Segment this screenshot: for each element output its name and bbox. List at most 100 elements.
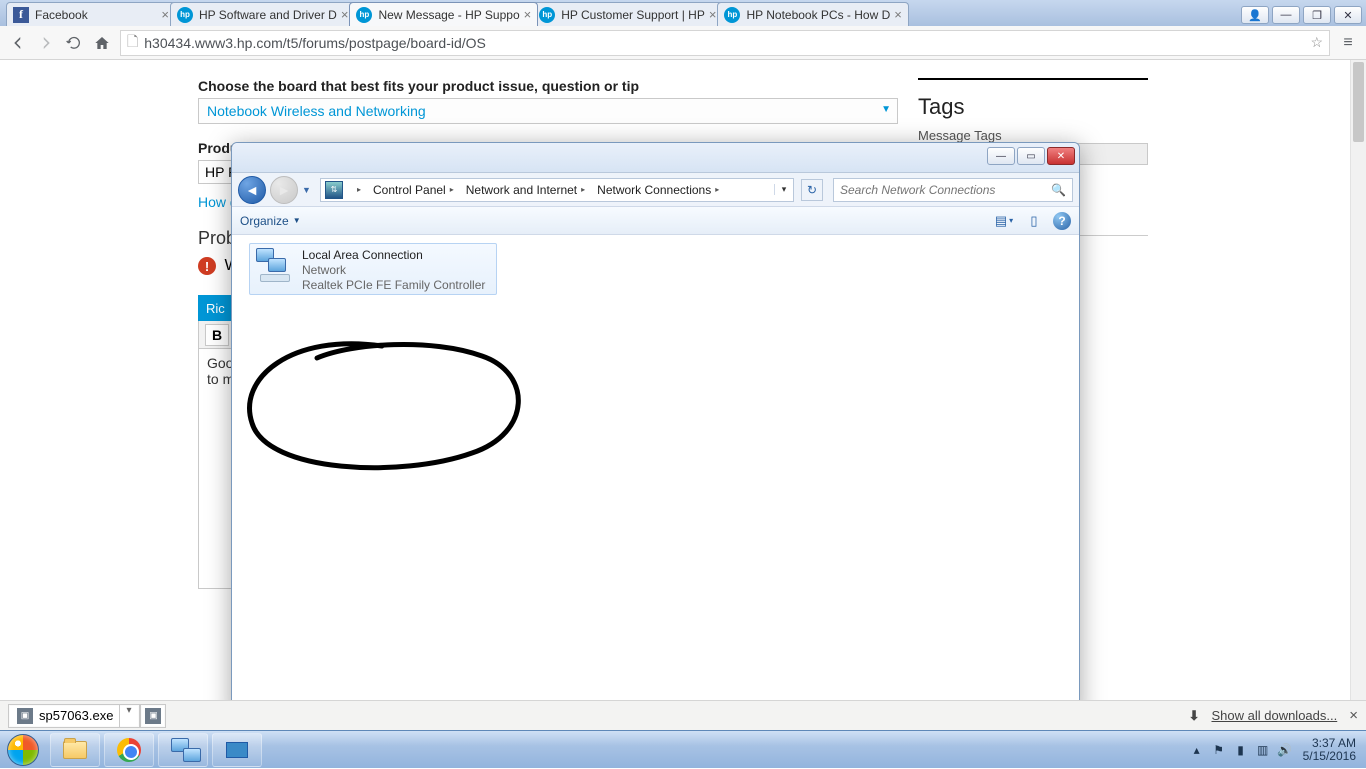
hp-icon: hp: [724, 7, 740, 23]
chrome-toolbar: 🗋 h30434.www3.hp.com/t5/forums/postpage/…: [0, 26, 1366, 60]
taskbar-clock[interactable]: 3:37 AM 5/15/2016: [1303, 737, 1356, 763]
chrome-icon: [117, 738, 141, 762]
bold-button[interactable]: B: [205, 324, 229, 346]
preview-pane-button[interactable]: ▯: [1023, 211, 1045, 231]
breadcrumb-segment[interactable]: Network and Internet▸: [460, 179, 591, 201]
tab-hp-notebook[interactable]: hp HP Notebook PCs - How D ×: [717, 2, 908, 26]
taskbar-app[interactable]: [212, 733, 262, 767]
network-connection-item[interactable]: Local Area Connection Network Realtek PC…: [249, 243, 497, 295]
windows-logo-icon: [7, 734, 39, 766]
clock-date: 5/15/2016: [1303, 750, 1356, 763]
page-icon: 🗋: [127, 31, 138, 55]
scroll-thumb[interactable]: [1353, 62, 1364, 142]
message-tags-label: Message Tags: [918, 128, 1148, 143]
organize-menu[interactable]: Organize ▼: [240, 214, 301, 228]
user-icon[interactable]: 👤: [1241, 6, 1269, 24]
board-select[interactable]: Notebook Wireless and Networking ▼: [198, 98, 898, 124]
explorer-window: — ▭ ✕ ◄ ► ▼ ⇅ ▸ Control Panel▸ Network a…: [231, 142, 1080, 719]
tab-hp-new-message[interactable]: hp New Message - HP Suppo ×: [349, 2, 538, 26]
taskbar-explorer[interactable]: [50, 733, 100, 767]
connection-status: Network: [302, 263, 485, 278]
taskbar-chrome[interactable]: [104, 733, 154, 767]
back-button[interactable]: [8, 33, 28, 53]
taskbar-network-connections[interactable]: [158, 733, 208, 767]
home-button[interactable]: [92, 33, 112, 53]
download-arrow-icon: ⬇: [1189, 708, 1200, 724]
download-chip[interactable]: ▣ sp57063.exe ▾: [8, 704, 140, 728]
exe-file-icon: ▣: [17, 708, 33, 724]
tab-facebook[interactable]: f Facebook ×: [6, 2, 176, 26]
explorer-titlebar[interactable]: — ▭ ✕: [232, 143, 1079, 173]
tab-hp-support[interactable]: hp HP Customer Support | HP ×: [532, 2, 723, 26]
reload-button[interactable]: [64, 33, 84, 53]
tab-hp-drivers[interactable]: hp HP Software and Driver D ×: [170, 2, 355, 26]
breadcrumb[interactable]: ⇅ ▸ Control Panel▸ Network and Internet▸…: [320, 178, 794, 202]
close-icon[interactable]: ×: [709, 7, 717, 22]
explorer-forward-button[interactable]: ►: [270, 176, 298, 204]
breadcrumb-dropdown[interactable]: ▾: [775, 184, 793, 195]
connection-text: Local Area Connection Network Realtek PC…: [302, 248, 485, 290]
close-button[interactable]: ✕: [1334, 6, 1362, 24]
explorer-history-dropdown[interactable]: ▼: [302, 185, 316, 195]
hp-icon: hp: [177, 7, 193, 23]
windows-taskbar: ▴ ⚑ ▮ ▥ 🔊 3:37 AM 5/15/2016: [0, 730, 1366, 768]
chevron-down-icon[interactable]: ▾: [119, 705, 131, 727]
warning-icon: !: [198, 257, 216, 275]
network-connections-icon: ⇅: [325, 181, 343, 199]
network-adapter-icon: [256, 248, 296, 288]
system-tray: ▴ ⚑ ▮ ▥ 🔊 3:37 AM 5/15/2016: [1189, 737, 1360, 763]
explorer-refresh-button[interactable]: ↻: [801, 179, 823, 201]
tab-title: HP Software and Driver D: [199, 8, 337, 22]
minimize-button[interactable]: —: [1272, 6, 1300, 24]
close-icon[interactable]: ×: [894, 7, 902, 22]
show-all-downloads-link[interactable]: Show all downloads...: [1211, 708, 1337, 723]
search-icon: 🔍: [1051, 183, 1066, 197]
hp-icon: hp: [539, 7, 555, 23]
address-bar[interactable]: 🗋 h30434.www3.hp.com/t5/forums/postpage/…: [120, 30, 1330, 56]
volume-icon[interactable]: 🔊: [1277, 742, 1293, 758]
connection-name: Local Area Connection: [302, 248, 485, 263]
network-icon: [171, 738, 195, 762]
maximize-button[interactable]: ❐: [1303, 6, 1331, 24]
explorer-maximize-button[interactable]: ▭: [1017, 147, 1045, 165]
url-text: h30434.www3.hp.com/t5/forums/postpage/bo…: [144, 35, 486, 51]
explorer-body[interactable]: Local Area Connection Network Realtek PC…: [233, 237, 1078, 717]
download-chip-partial[interactable]: ▣: [140, 704, 166, 728]
explorer-back-button[interactable]: ◄: [238, 176, 266, 204]
help-icon[interactable]: ?: [1053, 212, 1071, 230]
hp-icon: hp: [356, 7, 372, 23]
board-label: Choose the board that best fits your pro…: [198, 78, 898, 94]
clock-time: 3:37 AM: [1303, 737, 1356, 750]
explorer-search[interactable]: 🔍: [833, 178, 1073, 202]
network-tray-icon[interactable]: ▥: [1255, 742, 1271, 758]
bookmark-star-icon[interactable]: ☆: [1310, 34, 1323, 51]
close-icon[interactable]: ×: [161, 7, 169, 22]
explorer-command-bar: Organize ▼ ▤▾ ▯ ?: [232, 207, 1079, 235]
downloads-bar: ▣ sp57063.exe ▾ ▣ ⬇ Show all downloads..…: [0, 700, 1366, 730]
start-button[interactable]: [0, 731, 46, 769]
breadcrumb-segment[interactable]: Network Connections▸: [591, 179, 725, 201]
flag-icon[interactable]: ⚑: [1211, 742, 1227, 758]
close-icon[interactable]: ×: [524, 7, 532, 22]
folder-icon: [63, 741, 87, 759]
chrome-menu-button[interactable]: ≡: [1338, 34, 1358, 52]
window-controls: 👤 — ❐ ✕: [1234, 4, 1366, 26]
view-options-button[interactable]: ▤▾: [993, 211, 1015, 231]
close-icon[interactable]: ×: [341, 7, 349, 22]
tags-heading: Tags: [918, 94, 1148, 120]
tab-title: New Message - HP Suppo: [378, 8, 519, 22]
explorer-minimize-button[interactable]: —: [987, 147, 1015, 165]
explorer-search-input[interactable]: [840, 183, 1051, 197]
forward-button[interactable]: [36, 33, 56, 53]
board-value: Notebook Wireless and Networking: [207, 103, 426, 119]
tab-title: HP Customer Support | HP: [561, 8, 705, 22]
page-scrollbar[interactable]: [1350, 60, 1366, 704]
chevron-down-icon: ▼: [881, 104, 891, 115]
download-filename: sp57063.exe: [39, 708, 113, 723]
tray-overflow-icon[interactable]: ▴: [1189, 742, 1205, 758]
explorer-close-button[interactable]: ✕: [1047, 147, 1075, 165]
chrome-tabstrip: f Facebook × hp HP Software and Driver D…: [0, 0, 1366, 26]
close-icon[interactable]: ×: [1349, 707, 1358, 724]
battery-icon[interactable]: ▮: [1233, 742, 1249, 758]
breadcrumb-segment[interactable]: Control Panel▸: [367, 179, 460, 201]
